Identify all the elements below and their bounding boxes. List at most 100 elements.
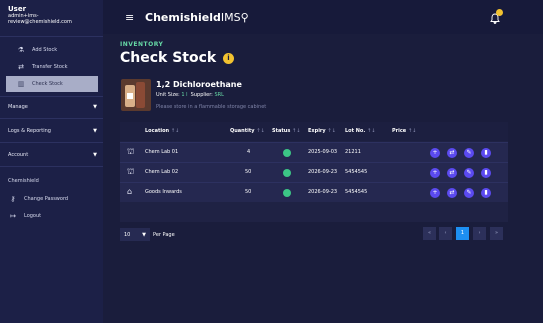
page-1-button[interactable]: 1	[456, 227, 469, 240]
transfer-icon[interactable]: ⇄	[447, 188, 457, 198]
divider	[0, 36, 103, 37]
sidebar-item-label: Check Stock	[32, 81, 63, 87]
cell-expiry: 2026-09-23	[308, 169, 338, 175]
divider	[0, 96, 103, 97]
sidebar-item-transfer-stock[interactable]: ⇄ Transfer Stock	[0, 59, 103, 75]
sidebar-item-label: Transfer Stock	[32, 64, 68, 70]
status-indicator	[283, 189, 291, 197]
column-header-expiry[interactable]: Expiry ↑↓	[308, 128, 336, 134]
column-header-lot[interactable]: Lot No. ↑↓	[345, 128, 375, 134]
add-icon[interactable]: +	[430, 148, 440, 158]
sort-icon: ↑↓	[256, 128, 265, 134]
sidebar: User admin+ims-review@chemishield.com ⚗ …	[0, 0, 103, 323]
page-last-button[interactable]: »	[490, 227, 503, 240]
edit-icon[interactable]: ✎	[464, 188, 474, 198]
table-header: Location ↑↓ Quantity ↑↓ Status ↑↓ Expiry…	[120, 122, 508, 141]
section-logs-reporting[interactable]: Logs & Reporting ▼	[0, 123, 103, 139]
edit-icon[interactable]: ✎	[464, 168, 474, 178]
page-next-button[interactable]: ›	[473, 227, 486, 240]
barcode-icon: ▥	[17, 80, 25, 88]
add-icon[interactable]: +	[430, 168, 440, 178]
logout-label: Logout	[24, 213, 42, 219]
delete-icon[interactable]: ▮	[481, 148, 491, 158]
column-header-location[interactable]: Location ↑↓	[145, 128, 179, 134]
edit-icon[interactable]: ✎	[464, 148, 474, 158]
sort-icon: ↑↓	[292, 128, 301, 134]
user-panel: User admin+ims-review@chemishield.com	[0, 0, 103, 25]
page-title: Check Stock	[120, 50, 217, 66]
cell-location: Chem Lab 01	[145, 149, 179, 155]
sort-icon: ↑↓	[327, 128, 336, 134]
delete-icon[interactable]: ▮	[481, 188, 491, 198]
breadcrumb: INVENTORY	[120, 41, 164, 48]
section-account[interactable]: Account ▼	[0, 147, 103, 163]
section-manage[interactable]: Manage ▼	[0, 99, 103, 115]
sidebar-item-add-stock[interactable]: ⚗ Add Stock	[0, 42, 103, 58]
change-password-label: Change Password	[24, 196, 69, 202]
transfer-icon[interactable]: ⇄	[447, 168, 457, 178]
logout-link[interactable]: ↦ Logout	[0, 209, 103, 223]
page-prev-button[interactable]: ‹	[439, 227, 452, 240]
logout-icon: ↦	[10, 212, 16, 220]
per-page-select[interactable]: 10 ▼	[120, 228, 150, 241]
column-header-status[interactable]: Status ↑↓	[272, 128, 300, 134]
table-row[interactable]: ⛫ Chem Lab 02 50 2026-09-23 5454545 + ⇄ …	[120, 162, 508, 182]
caret-down-icon: ▼	[142, 231, 146, 238]
sidebar-item-label: Add Stock	[32, 47, 58, 53]
sort-icon: ↑↓	[170, 128, 180, 134]
change-password-link[interactable]: ⚷ Change Password	[0, 192, 103, 206]
lab-building-icon: ⛫	[127, 167, 135, 176]
cell-quantity: 50	[245, 189, 252, 195]
sort-icon: ↑↓	[407, 128, 417, 134]
table-row[interactable]: ⛫ Chem Lab 01 4 2025-09-03 21211 + ⇄ ✎ ▮	[120, 142, 508, 162]
lab-building-icon: ⛫	[127, 147, 135, 156]
table-row[interactable]: ⌂ Goods Inwards 50 2026-09-23 5454545 + …	[120, 182, 508, 202]
per-page-label: Per Page	[153, 232, 175, 238]
app-logo[interactable]: ChemishieldIMS⚲	[145, 12, 249, 24]
transfer-icon: ⇄	[18, 63, 24, 71]
cell-lot: 5454545	[345, 169, 368, 175]
status-indicator	[283, 149, 291, 157]
caret-down-icon: ▼	[93, 128, 97, 134]
divider	[0, 166, 103, 167]
menu-icon[interactable]: ≡	[125, 12, 134, 23]
unit-size-label: Unit Size:	[156, 92, 180, 98]
section-label: Logs & Reporting	[8, 128, 51, 134]
cell-quantity: 4	[247, 149, 251, 155]
cell-location: Goods Inwards	[145, 189, 182, 195]
sidebar-item-check-stock[interactable]: ▥ Check Stock	[6, 76, 98, 92]
add-icon[interactable]: +	[430, 188, 440, 198]
key-icon: ⚷	[10, 195, 16, 203]
user-title: User	[8, 5, 27, 13]
unit-size-value: 1 l	[181, 92, 188, 98]
logo-magnifier-icon: ⚲	[240, 11, 249, 24]
transfer-icon[interactable]: ⇄	[447, 148, 457, 158]
cell-location: Chem Lab 02	[145, 169, 179, 175]
brand-suffix: IMS	[220, 11, 241, 24]
caret-down-icon: ▼	[93, 104, 97, 110]
cell-lot: 21211	[345, 149, 361, 155]
storage-note: Please store in a flammable storage cabi…	[156, 104, 267, 110]
sort-icon: ↑↓	[367, 128, 376, 134]
page-first-button[interactable]: «	[423, 227, 436, 240]
status-indicator	[283, 169, 291, 177]
top-bar: ≡ ChemishieldIMS⚲	[103, 0, 543, 34]
chemical-image	[121, 79, 151, 111]
cell-quantity: 50	[245, 169, 252, 175]
divider	[0, 142, 103, 143]
caret-down-icon: ▼	[93, 152, 97, 158]
main-content: INVENTORY Check Stock i 1,2 Dichloroetha…	[103, 34, 543, 323]
column-header-price[interactable]: Price ↑↓	[392, 128, 416, 134]
section-label: Account	[8, 152, 29, 158]
cell-expiry: 2026-09-23	[308, 189, 338, 195]
warehouse-icon: ⌂	[127, 187, 133, 196]
delete-icon[interactable]: ▮	[481, 168, 491, 178]
flask-plus-icon: ⚗	[17, 46, 25, 54]
chemical-meta: Unit Size: 1 l Supplier: SRL	[156, 92, 224, 98]
cell-expiry: 2025-09-03	[308, 149, 338, 155]
chemical-name: 1,2 Dichloroethane	[156, 80, 242, 89]
stock-table: Location ↑↓ Quantity ↑↓ Status ↑↓ Expiry…	[120, 122, 508, 222]
user-email: admin+ims-review@chemishield.com	[8, 13, 72, 25]
info-icon[interactable]: i	[223, 53, 234, 64]
column-header-quantity[interactable]: Quantity ↑↓	[230, 128, 265, 134]
